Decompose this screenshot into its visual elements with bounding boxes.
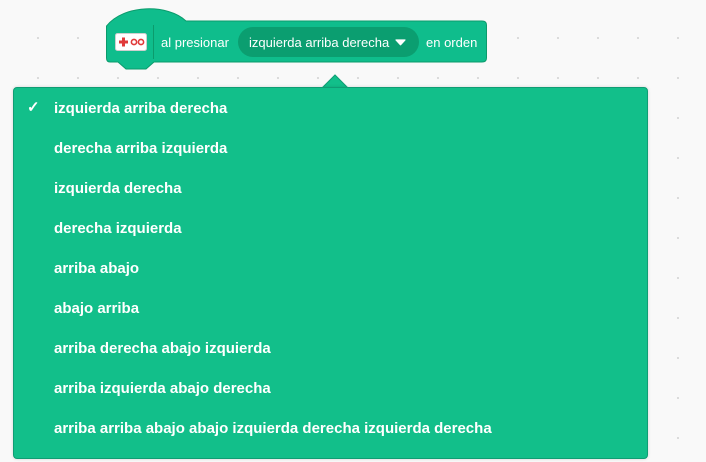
menu-item-1[interactable]: ✓ izquierda arriba derecha — [14, 88, 647, 128]
checkmark-icon: ✓ — [27, 99, 40, 116]
menu-item-label: izquierda derecha — [54, 180, 182, 197]
menu-item-label: izquierda arriba derecha — [54, 100, 228, 117]
menu-item-label: derecha arriba izquierda — [54, 140, 228, 157]
when-keys-pressed-in-order-block[interactable]: al presionar izquierda arriba derecha en… — [106, 8, 487, 70]
menu-item-2[interactable]: derecha arriba izquierda — [14, 128, 647, 168]
makey-makey-extension-icon — [115, 33, 147, 51]
menu-item-7[interactable]: arriba derecha abajo izquierda — [14, 328, 647, 368]
caret-down-icon — [395, 38, 406, 45]
menu-item-8[interactable]: arriba izquierda abajo derecha — [14, 368, 647, 408]
menu-item-label: arriba arriba abajo abajo izquierda dere… — [54, 420, 492, 437]
menu-item-label: arriba abajo — [54, 260, 140, 277]
menu-item-4[interactable]: derecha izquierda — [14, 208, 647, 248]
key-sequence-dropdown[interactable]: izquierda arriba derecha — [238, 27, 419, 57]
menu-item-6[interactable]: abajo arriba — [14, 288, 647, 328]
menu-item-label: arriba izquierda abajo derecha — [54, 380, 271, 397]
menu-item-3[interactable]: izquierda derecha — [14, 168, 647, 208]
dropdown-selected-value: izquierda arriba derecha — [249, 34, 390, 50]
menu-item-label: abajo arriba — [54, 300, 140, 317]
block-label-when-pressed: al presionar — [161, 35, 229, 50]
menu-item-label: arriba derecha abajo izquierda — [54, 340, 271, 357]
menu-item-label: derecha izquierda — [54, 220, 182, 237]
menu-item-5[interactable]: arriba abajo — [14, 248, 647, 288]
key-sequence-dropdown-menu: ✓ izquierda arriba derecha derecha arrib… — [13, 87, 648, 459]
menu-item-9[interactable]: arriba arriba abajo abajo izquierda dere… — [14, 408, 647, 448]
block-label-in-order: en orden — [426, 35, 478, 50]
dropdown-pointer-arrow — [322, 74, 348, 88]
block-divider — [153, 25, 154, 59]
